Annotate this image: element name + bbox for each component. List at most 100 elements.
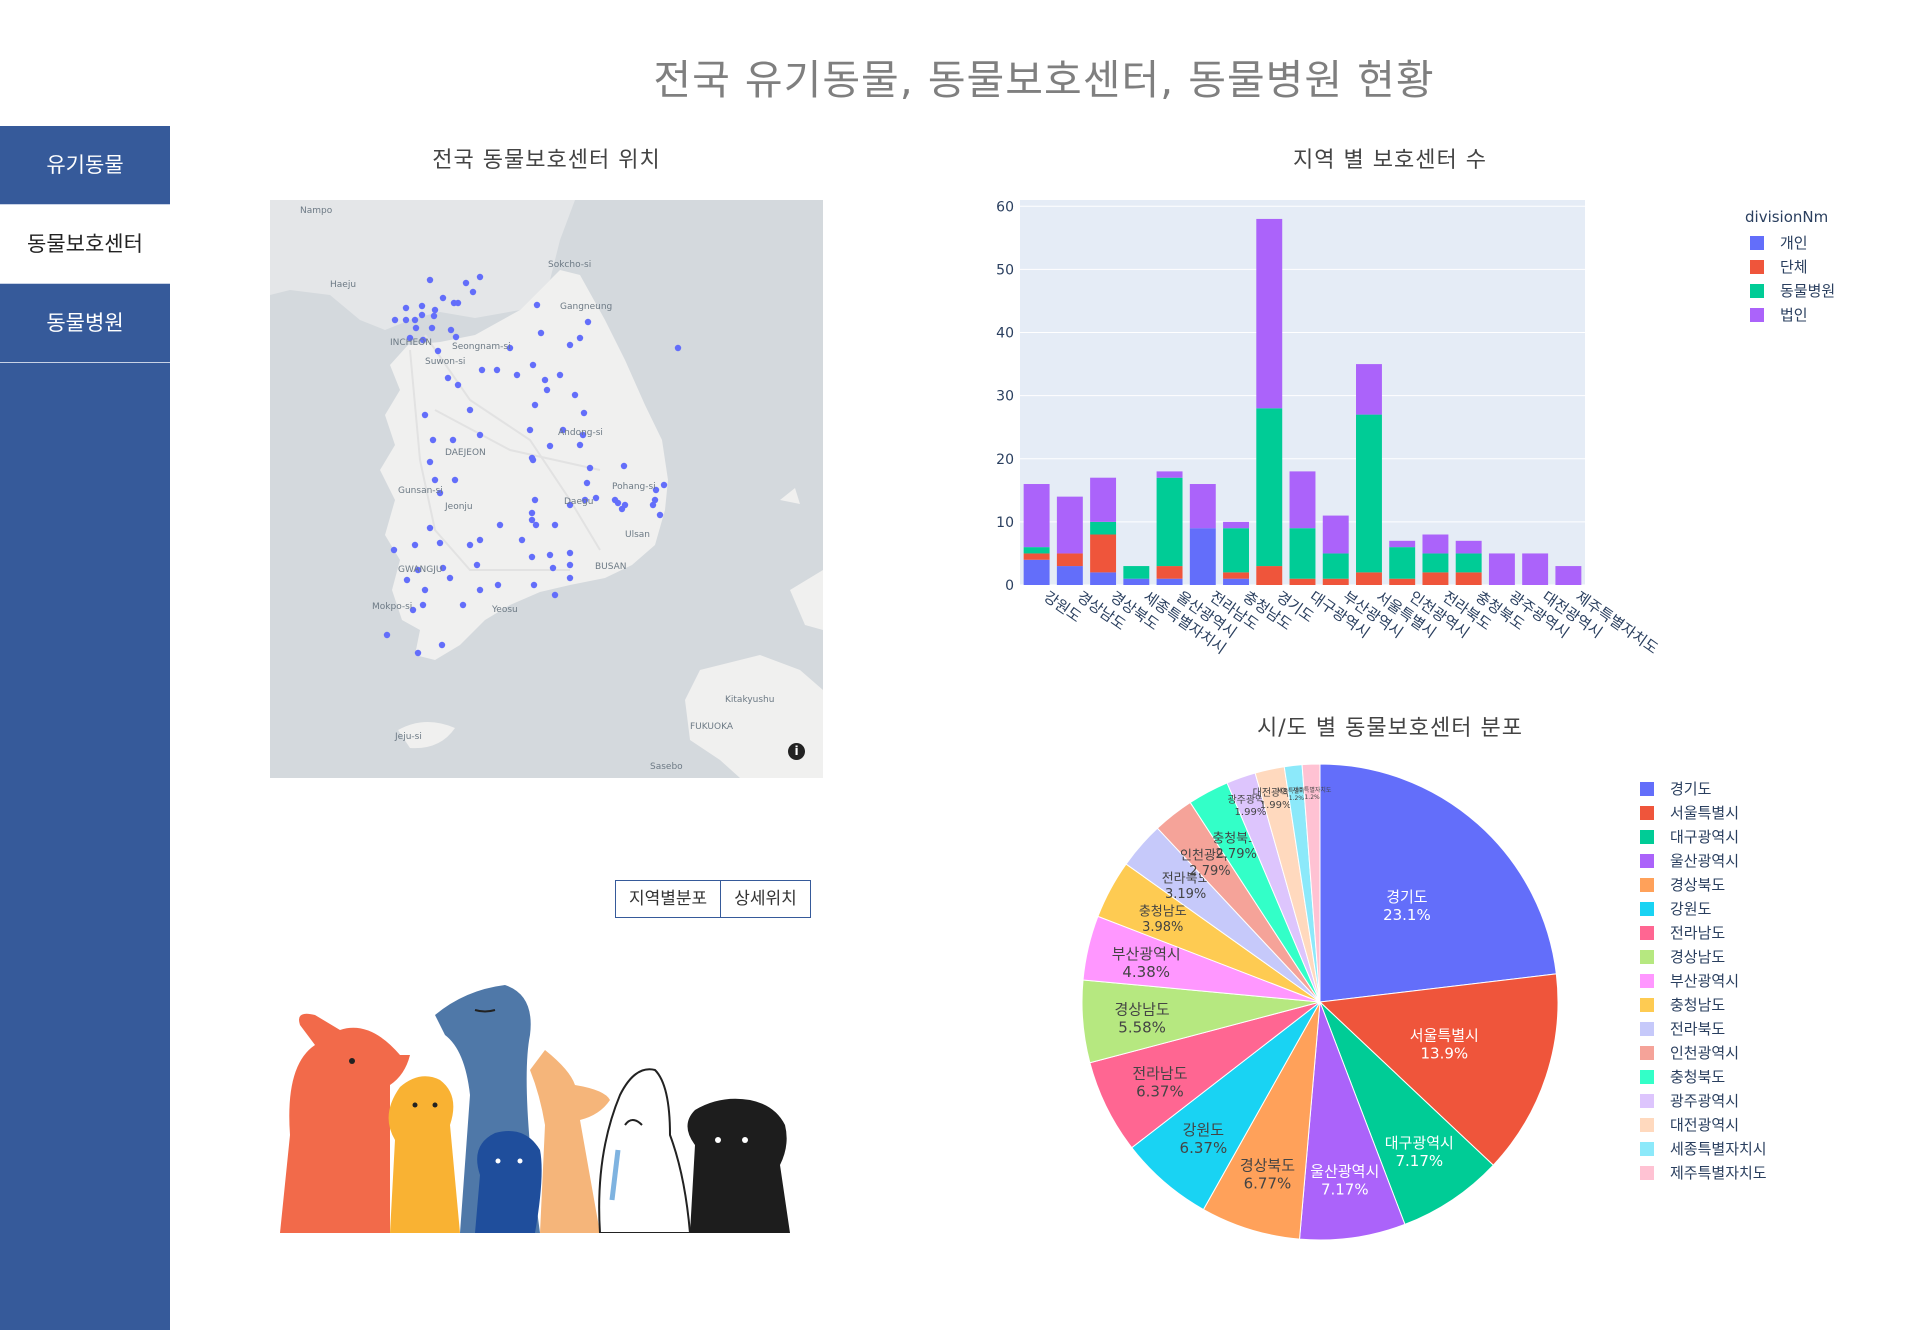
map-point[interactable] — [533, 301, 541, 309]
bar-segment[interactable] — [1156, 477, 1183, 567]
shelter-location-map[interactable]: Nampo Haeju Sokcho-si Gangneung INCHEON … — [270, 200, 823, 778]
map-point[interactable] — [546, 551, 554, 559]
map-point[interactable] — [543, 386, 551, 394]
pie-legend-item[interactable]: 부산광역시 — [1640, 970, 1739, 991]
pie-legend-item[interactable]: 광주광역시 — [1640, 1090, 1739, 1111]
map-point[interactable] — [620, 462, 628, 470]
map-point[interactable] — [431, 476, 439, 484]
bar-segment[interactable] — [1223, 528, 1249, 573]
pie-legend-item[interactable]: 대전광역시 — [1640, 1114, 1739, 1135]
pie-legend-item[interactable]: 경상북도 — [1640, 874, 1725, 895]
map-point[interactable] — [528, 454, 536, 462]
map-point[interactable] — [421, 411, 429, 419]
bar-segment[interactable] — [1056, 553, 1083, 567]
map-point[interactable] — [402, 304, 410, 312]
map-point[interactable] — [476, 273, 484, 281]
bar-segment[interactable] — [1090, 477, 1117, 522]
map-point[interactable] — [454, 381, 462, 389]
map-point[interactable] — [438, 641, 446, 649]
map-point[interactable] — [528, 509, 536, 517]
pie-legend-item[interactable]: 충청남도 — [1640, 994, 1725, 1015]
map-point[interactable] — [411, 541, 419, 549]
map-point[interactable] — [430, 312, 438, 320]
map-info-icon[interactable]: i — [788, 743, 805, 760]
map-point[interactable] — [649, 501, 657, 509]
map-point[interactable] — [546, 442, 554, 450]
map-point[interactable] — [403, 576, 411, 584]
bar-segment[interactable] — [1056, 496, 1083, 554]
map-point[interactable] — [466, 541, 474, 549]
bar-segment[interactable] — [1522, 553, 1549, 585]
pie-legend-item[interactable]: 경기도 — [1640, 778, 1711, 799]
bar-segment[interactable] — [1422, 553, 1449, 573]
bar-segment[interactable] — [1189, 484, 1216, 529]
map-point[interactable] — [494, 581, 502, 589]
map-point[interactable] — [426, 276, 434, 284]
map-point[interactable] — [451, 476, 459, 484]
map-point[interactable] — [383, 631, 391, 639]
bar-segment[interactable] — [1223, 521, 1249, 529]
map-point[interactable] — [476, 536, 484, 544]
bar-segment[interactable] — [1555, 566, 1582, 585]
map-point[interactable] — [530, 581, 538, 589]
map-point[interactable] — [418, 302, 426, 310]
bar-legend-item[interactable]: 개인 — [1750, 232, 1808, 253]
map-point[interactable] — [576, 334, 584, 342]
map-point[interactable] — [496, 521, 504, 529]
pie-legend-item[interactable]: 경상남도 — [1640, 946, 1725, 967]
bar-legend-item[interactable]: 동물병원 — [1750, 280, 1835, 301]
map-point[interactable] — [576, 441, 584, 449]
map-point[interactable] — [493, 366, 501, 374]
map-point[interactable] — [660, 481, 668, 489]
bar-segment[interactable] — [1056, 566, 1083, 585]
map-point[interactable] — [513, 371, 521, 379]
bar-segment[interactable] — [1356, 414, 1382, 573]
detail-location-button[interactable]: 상세위치 — [721, 880, 811, 918]
bar-segment[interactable] — [1223, 578, 1249, 585]
map-point[interactable] — [528, 553, 536, 561]
map-point[interactable] — [476, 586, 484, 594]
bar-segment[interactable] — [1156, 578, 1183, 585]
map-point[interactable] — [614, 499, 622, 507]
map-point[interactable] — [426, 524, 434, 532]
map-point[interactable] — [592, 494, 600, 502]
map-point[interactable] — [436, 539, 444, 547]
bar-legend-item[interactable]: 법인 — [1750, 304, 1808, 325]
bar-segment[interactable] — [1488, 553, 1515, 585]
map-point[interactable] — [556, 371, 564, 379]
map-point[interactable] — [537, 329, 545, 337]
bar-segment[interactable] — [1389, 578, 1416, 585]
bar-segment[interactable] — [1289, 528, 1316, 579]
bar-segment[interactable] — [1256, 408, 1283, 567]
map-point[interactable] — [447, 326, 455, 334]
bar-segment[interactable] — [1289, 471, 1316, 529]
bar-segment[interactable] — [1223, 572, 1249, 579]
map-point[interactable] — [583, 479, 591, 487]
pie-slice[interactable] — [1319, 763, 1557, 1003]
map-point[interactable] — [418, 311, 426, 319]
map-point[interactable] — [551, 521, 559, 529]
pie-legend-item[interactable]: 서울특별시 — [1640, 802, 1739, 823]
bar-segment[interactable] — [1356, 364, 1382, 415]
bar-segment[interactable] — [1090, 534, 1117, 573]
map-point[interactable] — [656, 511, 664, 519]
bar-segment[interactable] — [1389, 540, 1416, 548]
pie-legend-item[interactable]: 전라남도 — [1640, 922, 1725, 943]
bar-segment[interactable] — [1023, 559, 1050, 585]
map-point[interactable] — [586, 464, 594, 472]
map-point[interactable] — [414, 649, 422, 657]
bar-segment[interactable] — [1090, 572, 1117, 585]
map-point[interactable] — [526, 426, 534, 434]
bar-segment[interactable] — [1322, 515, 1349, 554]
map-point[interactable] — [541, 376, 549, 384]
map-point[interactable] — [476, 431, 484, 439]
map-point[interactable] — [566, 574, 574, 582]
map-point[interactable] — [431, 306, 439, 314]
sidebar-item-abandoned-animals[interactable]: 유기동물 — [0, 126, 170, 205]
map-point[interactable] — [462, 279, 470, 287]
pie-legend-item[interactable]: 충청북도 — [1640, 1066, 1725, 1087]
pie-legend-item[interactable]: 제주특별자치도 — [1640, 1162, 1767, 1183]
bar-segment[interactable] — [1256, 218, 1283, 409]
bar-segment[interactable] — [1322, 578, 1349, 585]
map-point[interactable] — [529, 361, 537, 369]
